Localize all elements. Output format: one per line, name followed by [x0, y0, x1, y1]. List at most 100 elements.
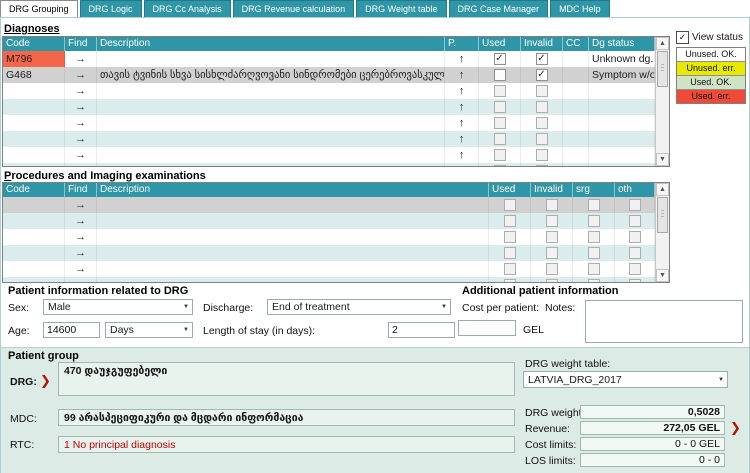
find-arrow-icon[interactable]: →: [75, 117, 86, 129]
procedure-row[interactable]: →: [3, 197, 655, 213]
procedures-scrollbar[interactable]: ▲ ▼: [655, 183, 669, 282]
checkbox[interactable]: [536, 85, 548, 97]
find-arrow-icon[interactable]: →: [75, 53, 86, 65]
discharge-select[interactable]: End of treatment ▼: [267, 299, 451, 315]
checkbox[interactable]: [494, 117, 506, 129]
checkbox[interactable]: [546, 231, 558, 243]
checkbox[interactable]: [629, 199, 641, 211]
column-header-used[interactable]: Used: [489, 183, 531, 197]
column-header-p-[interactable]: P.: [445, 37, 479, 51]
notes-textarea[interactable]: [585, 300, 743, 343]
column-header-invalid[interactable]: Invalid: [521, 37, 563, 51]
diagnoses-scrollbar[interactable]: ▲ ▼: [655, 37, 669, 166]
diagnosis-row[interactable]: →↑: [3, 99, 655, 115]
checkbox[interactable]: [504, 231, 516, 243]
scrollbar-thumb[interactable]: [657, 197, 668, 233]
tab-drg-weight-table[interactable]: DRG Weight table: [356, 0, 446, 17]
diagnosis-row[interactable]: →↑: [3, 131, 655, 147]
checkbox[interactable]: [536, 117, 548, 129]
view-status-checkbox[interactable]: ✓: [676, 31, 689, 44]
diagnosis-row[interactable]: →↑: [3, 163, 655, 166]
find-arrow-icon[interactable]: →: [75, 149, 86, 161]
tab-mdc-help[interactable]: MDC Help: [550, 0, 610, 17]
drg-weight-table-select[interactable]: LATVIA_DRG_2017 ▼: [523, 371, 728, 388]
tab-drg-grouping[interactable]: DRG Grouping: [0, 0, 78, 18]
checkbox[interactable]: [629, 279, 641, 282]
column-header-code[interactable]: Code: [3, 183, 65, 197]
find-arrow-icon[interactable]: →: [75, 165, 86, 166]
checkbox[interactable]: [546, 279, 558, 282]
diagnosis-row[interactable]: →↑: [3, 147, 655, 163]
cost-per-patient-input[interactable]: [458, 320, 516, 336]
checkbox[interactable]: [629, 231, 641, 243]
checkbox[interactable]: ✓: [494, 53, 506, 65]
scroll-up-icon[interactable]: ▲: [656, 183, 669, 196]
checkbox[interactable]: [546, 247, 558, 259]
checkbox[interactable]: [588, 215, 600, 227]
los-input[interactable]: [388, 322, 455, 338]
column-header-find[interactable]: Find: [65, 183, 97, 197]
column-header-srg[interactable]: srg: [573, 183, 615, 197]
procedure-row[interactable]: →: [3, 261, 655, 277]
checkbox[interactable]: [546, 199, 558, 211]
tab-drg-logic[interactable]: DRG Logic: [80, 0, 142, 17]
find-arrow-icon[interactable]: →: [75, 215, 86, 227]
age-unit-select[interactable]: Days ▼: [105, 322, 193, 338]
find-arrow-icon[interactable]: →: [75, 133, 86, 145]
checkbox[interactable]: ✓: [536, 69, 548, 81]
checkbox[interactable]: [504, 215, 516, 227]
find-arrow-icon[interactable]: →: [75, 69, 86, 81]
checkbox[interactable]: [536, 101, 548, 113]
checkbox[interactable]: [494, 149, 506, 161]
checkbox[interactable]: [494, 133, 506, 145]
checkbox[interactable]: [494, 101, 506, 113]
find-arrow-icon[interactable]: →: [75, 231, 86, 243]
checkbox[interactable]: [588, 279, 600, 282]
checkbox[interactable]: [588, 263, 600, 275]
checkbox[interactable]: [494, 69, 506, 81]
checkbox[interactable]: ✓: [536, 53, 548, 65]
column-header-description[interactable]: Description: [97, 183, 489, 197]
find-arrow-icon[interactable]: →: [75, 101, 86, 113]
procedure-row[interactable]: →: [3, 245, 655, 261]
checkbox[interactable]: [588, 199, 600, 211]
checkbox[interactable]: [504, 247, 516, 259]
column-header-oth[interactable]: oth: [615, 183, 655, 197]
procedure-row[interactable]: →: [3, 277, 655, 282]
find-arrow-icon[interactable]: →: [75, 263, 86, 275]
column-header-dg-status[interactable]: Dg status: [589, 37, 655, 51]
procedure-row[interactable]: →: [3, 213, 655, 229]
checkbox[interactable]: [629, 215, 641, 227]
tab-drg-revenue-calculation[interactable]: DRG Revenue calculation: [233, 0, 355, 17]
scroll-down-icon[interactable]: ▼: [656, 269, 669, 282]
tab-drg-case-manager[interactable]: DRG Case Manager: [449, 0, 549, 17]
find-arrow-icon[interactable]: →: [75, 279, 86, 282]
tab-drg-cc-analysis[interactable]: DRG Cc Analysis: [144, 0, 231, 17]
find-arrow-icon[interactable]: →: [75, 247, 86, 259]
checkbox[interactable]: [536, 165, 548, 166]
checkbox[interactable]: [588, 247, 600, 259]
checkbox[interactable]: [494, 85, 506, 97]
find-arrow-icon[interactable]: →: [75, 85, 86, 97]
checkbox[interactable]: [536, 133, 548, 145]
scrollbar-thumb[interactable]: [657, 51, 668, 87]
procedure-row[interactable]: →: [3, 229, 655, 245]
sex-select[interactable]: Male ▼: [43, 299, 193, 315]
column-header-code[interactable]: Code: [3, 37, 65, 51]
checkbox[interactable]: [494, 165, 506, 166]
drg-expand-icon[interactable]: ❯: [40, 374, 51, 387]
checkbox[interactable]: [588, 231, 600, 243]
diagnosis-row[interactable]: M796→↑✓✓Unknown dg.: [3, 51, 655, 67]
column-header-find[interactable]: Find: [65, 37, 97, 51]
column-header-used[interactable]: Used: [479, 37, 521, 51]
checkbox[interactable]: [504, 199, 516, 211]
checkbox[interactable]: [504, 263, 516, 275]
diagnosis-row[interactable]: →↑: [3, 115, 655, 131]
revenue-expand-icon[interactable]: ❯: [730, 421, 741, 434]
column-header-cc[interactable]: CC: [563, 37, 589, 51]
diagnosis-row[interactable]: →↑: [3, 83, 655, 99]
find-arrow-icon[interactable]: →: [75, 199, 86, 211]
age-input[interactable]: [43, 322, 100, 338]
checkbox[interactable]: [504, 279, 516, 282]
checkbox[interactable]: [546, 215, 558, 227]
